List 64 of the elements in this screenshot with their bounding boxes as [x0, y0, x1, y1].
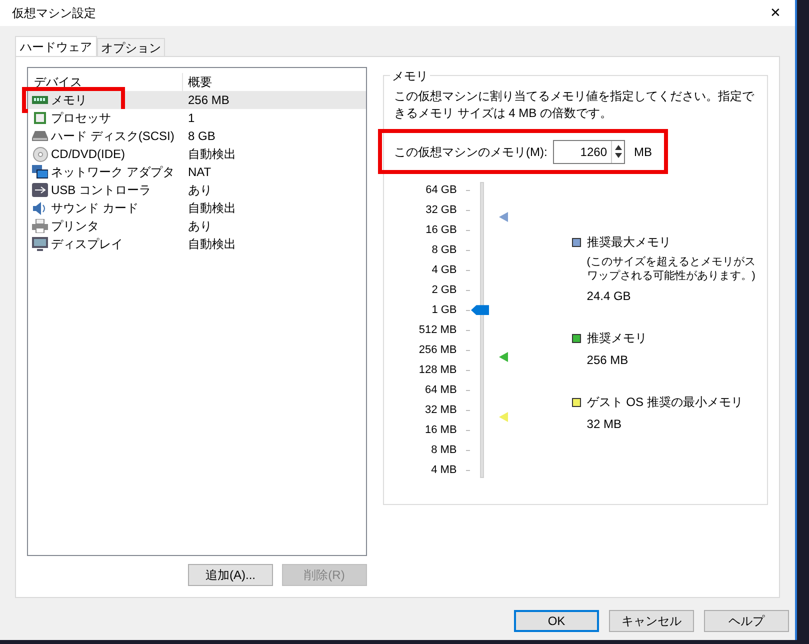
tick-label: 128 MB — [418, 364, 457, 376]
slider-track[interactable] — [480, 182, 484, 478]
device-summary: 1 — [187, 110, 195, 127]
slider-thumb[interactable] — [471, 305, 489, 316]
close-icon[interactable]: ✕ — [770, 3, 781, 23]
tab[interactable]: オプション — [97, 38, 165, 56]
disc-icon — [32, 146, 48, 162]
network-icon — [32, 164, 48, 180]
tick-label: 1 GB — [432, 304, 457, 316]
device-summary: 自動検出 — [187, 200, 236, 217]
legend-label: 推奨メモリ — [586, 330, 647, 347]
tick-label: 64 GB — [426, 184, 457, 196]
cpu-icon — [33, 111, 47, 125]
dialog-button[interactable]: キャンセル — [609, 610, 694, 632]
add-button[interactable]: 追加(A)... — [188, 564, 273, 586]
tick-label: 32 MB — [424, 404, 457, 416]
window-title: 仮想マシン設定 — [12, 5, 96, 22]
down-arrow-icon[interactable] — [614, 153, 622, 158]
device-name: サウンド カード — [51, 200, 138, 217]
dialog-button[interactable]: OK — [514, 610, 599, 632]
legend-value: 256 MB — [586, 352, 628, 369]
printer-icon — [32, 219, 48, 233]
device-name: メモリ — [51, 92, 87, 109]
device-summary: 256 MB — [187, 92, 230, 109]
tick-label: 8 MB — [431, 444, 457, 456]
tick-label: 4 MB — [431, 464, 457, 476]
tick-label: 4 GB — [432, 264, 457, 276]
device-summary: あり — [187, 182, 212, 199]
dialog-button[interactable]: ヘルプ — [704, 610, 789, 632]
monitor-icon — [32, 236, 48, 252]
device-name: ネットワーク アダプタ — [51, 164, 174, 181]
memory-label: この仮想マシンのメモリ(M): — [394, 144, 548, 160]
legend-label: ゲスト OS 推奨の最小メモリ — [586, 394, 743, 411]
device-summary: 自動検出 — [187, 146, 236, 163]
tick-label: 512 MB — [418, 324, 457, 336]
column-header[interactable]: 概要 — [183, 72, 212, 90]
device-name: プリンタ — [51, 218, 99, 235]
device-name: ディスプレイ — [51, 236, 123, 253]
memory-chip-icon — [32, 95, 48, 105]
legend-value: 24.4 GB — [586, 288, 631, 305]
tick-label: 256 MB — [418, 344, 457, 356]
legend-note: (このサイズを超えるとメモリがスワップされる可能性があります。) — [586, 255, 756, 283]
device-summary: 自動検出 — [187, 236, 236, 253]
device-name: プロセッサ — [51, 110, 111, 127]
device-name: USB コントローラ — [51, 182, 152, 199]
tick-label: 16 GB — [426, 224, 457, 236]
tick-label: 8 GB — [432, 244, 457, 256]
device-summary: 8 GB — [187, 128, 216, 145]
legend-label: 推奨最大メモリ — [586, 234, 671, 251]
device-name: CD/DVD(IDE) — [51, 146, 125, 163]
tick-label: 16 MB — [424, 424, 457, 436]
device-summary: NAT — [187, 164, 212, 181]
legend-value: 32 MB — [586, 416, 622, 433]
memory-spin-field[interactable]: 1260 — [553, 140, 625, 164]
tab[interactable]: ハードウェア — [15, 36, 97, 56]
device-summary: あり — [187, 218, 212, 235]
description-text: この仮想マシンに割り当てるメモリ値を指定してください。指定できるメモリ サイズは 4 MB の倍数です。 — [394, 88, 754, 122]
tick-label: 64 MB — [424, 384, 457, 396]
up-arrow-icon[interactable] — [614, 145, 622, 150]
tick-label: 32 GB — [426, 204, 457, 216]
speaker-icon — [32, 200, 48, 216]
device-name: ハード ディスク(SCSI) — [51, 128, 174, 145]
tick-label: 2 GB — [432, 284, 457, 296]
unit-label: MB — [634, 144, 652, 160]
